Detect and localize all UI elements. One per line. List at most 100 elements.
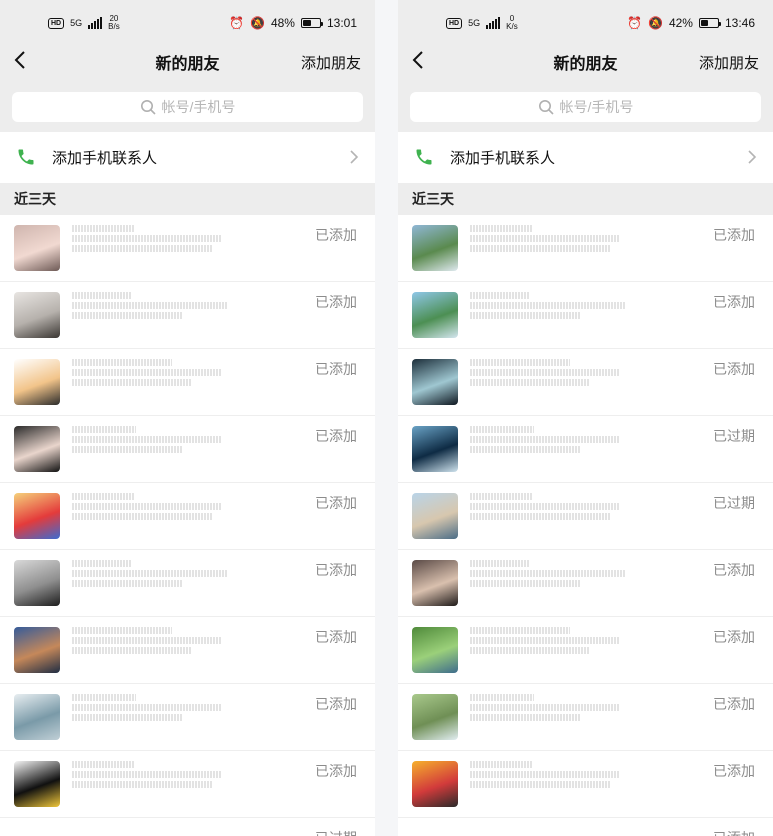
- friend-request-row[interactable]: 已添加: [0, 349, 375, 416]
- avatar[interactable]: [14, 426, 60, 472]
- friend-request-row[interactable]: 已添加: [398, 282, 773, 349]
- avatar[interactable]: [412, 292, 458, 338]
- avatar[interactable]: [412, 225, 458, 271]
- redacted-name: [470, 627, 630, 681]
- redacted-name: [72, 761, 232, 815]
- nav-header: 新的朋友 添加朋友: [0, 40, 375, 84]
- clock: 13:46: [724, 16, 755, 30]
- friend-request-row[interactable]: 已添加: [0, 684, 375, 751]
- avatar[interactable]: [412, 359, 458, 405]
- request-status: 已过期: [315, 828, 357, 836]
- redacted-name: [470, 426, 630, 480]
- friend-request-row[interactable]: 已过期: [0, 818, 375, 836]
- hd-badge: HD: [446, 17, 463, 29]
- friend-request-row[interactable]: 已添加: [0, 416, 375, 483]
- add-friend-button[interactable]: 添加朋友: [699, 52, 759, 73]
- redacted-name: [470, 359, 630, 413]
- request-status: 已添加: [315, 763, 357, 779]
- redacted-name: [470, 694, 630, 748]
- friend-request-row[interactable]: 已添加: [0, 215, 375, 282]
- chevron-right-icon: [748, 150, 757, 164]
- add-phone-contacts-row[interactable]: 添加手机联系人: [0, 132, 375, 182]
- request-status: 已过期: [713, 495, 755, 511]
- add-phone-contacts-row[interactable]: 添加手机联系人: [398, 132, 773, 182]
- net-speed: 0 K/s: [506, 15, 518, 31]
- request-status: 已添加: [713, 763, 755, 779]
- network-type: 5G: [468, 18, 481, 28]
- friend-request-row[interactable]: 已添加: [398, 215, 773, 282]
- friend-request-row[interactable]: 已添加: [0, 550, 375, 617]
- redacted-name: [72, 426, 232, 480]
- avatar[interactable]: [412, 694, 458, 740]
- status-right: ⏰ 🔕 42% 13:46: [627, 16, 755, 30]
- battery-fill: [700, 20, 708, 26]
- request-status: 已添加: [315, 696, 357, 712]
- avatar[interactable]: [14, 761, 60, 807]
- add-phone-contacts-label: 添加手机联系人: [52, 149, 158, 167]
- friend-request-row[interactable]: 已过期: [398, 483, 773, 550]
- net-speed-unit: B/s: [108, 22, 120, 31]
- redacted-name: [470, 493, 630, 547]
- battery-icon: [698, 18, 721, 28]
- mute-icon: 🔕: [647, 16, 663, 30]
- screenshot-collage: HD 5G 20 B/s ⏰ 🔕 48% 13:01 新的朋友 添加朋友 帐号/手…: [0, 0, 773, 836]
- section-header: 近三天: [398, 183, 773, 215]
- avatar[interactable]: [412, 560, 458, 606]
- friend-request-row[interactable]: 已添加: [0, 751, 375, 818]
- friend-request-row[interactable]: 已添加: [0, 282, 375, 349]
- section-header: 近三天: [0, 183, 375, 215]
- friend-request-row[interactable]: 已添加: [398, 349, 773, 416]
- avatar[interactable]: [412, 627, 458, 673]
- redacted-name: [72, 225, 232, 279]
- add-friend-button[interactable]: 添加朋友: [301, 52, 361, 73]
- avatar[interactable]: [14, 560, 60, 606]
- request-status: 已添加: [315, 294, 357, 310]
- avatar[interactable]: [412, 426, 458, 472]
- friend-request-row[interactable]: 已添加: [398, 684, 773, 751]
- avatar[interactable]: [14, 359, 60, 405]
- search-input[interactable]: 帐号/手机号: [12, 92, 363, 122]
- search-input[interactable]: 帐号/手机号: [410, 92, 761, 122]
- friend-request-row[interactable]: 已添加: [398, 751, 773, 818]
- avatar[interactable]: [14, 225, 60, 271]
- battery-fill: [302, 20, 311, 26]
- friend-request-row[interactable]: 已添加: [398, 818, 773, 836]
- request-status: 已添加: [315, 629, 357, 645]
- friend-request-row[interactable]: 已添加: [0, 617, 375, 684]
- avatar[interactable]: [412, 493, 458, 539]
- redacted-name: [72, 359, 232, 413]
- request-status: 已添加: [713, 629, 755, 645]
- phone-screen-left: HD 5G 20 B/s ⏰ 🔕 48% 13:01 新的朋友 添加朋友 帐号/手…: [0, 0, 375, 836]
- friend-request-row[interactable]: 已添加: [398, 617, 773, 684]
- avatar[interactable]: [14, 292, 60, 338]
- signal-icon: [88, 17, 103, 29]
- friend-request-row[interactable]: 已过期: [398, 416, 773, 483]
- request-status: 已添加: [713, 227, 755, 243]
- search-icon: [140, 100, 156, 115]
- avatar[interactable]: [412, 761, 458, 807]
- request-status: 已添加: [713, 696, 755, 712]
- alarm-icon: ⏰: [229, 16, 244, 30]
- request-status: 已添加: [315, 495, 357, 511]
- friend-request-row[interactable]: 已添加: [0, 483, 375, 550]
- friend-request-row[interactable]: 已添加: [398, 550, 773, 617]
- request-status: 已添加: [713, 361, 755, 377]
- status-left: HD 5G 20 B/s: [48, 15, 120, 31]
- friend-list: 已添加已添加已添加已过期已过期已添加已添加已添加已添加已添加: [398, 215, 773, 836]
- avatar[interactable]: [14, 694, 60, 740]
- network-type: 5G: [70, 18, 83, 28]
- battery-percent: 42%: [668, 16, 693, 30]
- signal-icon: [486, 17, 501, 29]
- avatar[interactable]: [14, 493, 60, 539]
- status-bar: HD 5G 0 K/s ⏰ 🔕 42% 13:46: [398, 10, 773, 38]
- battery-icon: [300, 18, 323, 28]
- add-phone-contacts-label: 添加手机联系人: [450, 149, 556, 167]
- redacted-name: [72, 292, 232, 346]
- search-icon: [538, 100, 554, 115]
- redacted-name: [470, 292, 630, 346]
- battery-percent: 48%: [270, 16, 295, 30]
- avatar[interactable]: [14, 627, 60, 673]
- status-bar: HD 5G 20 B/s ⏰ 🔕 48% 13:01: [0, 10, 375, 38]
- redacted-name: [72, 694, 232, 748]
- mute-icon: 🔕: [249, 16, 265, 30]
